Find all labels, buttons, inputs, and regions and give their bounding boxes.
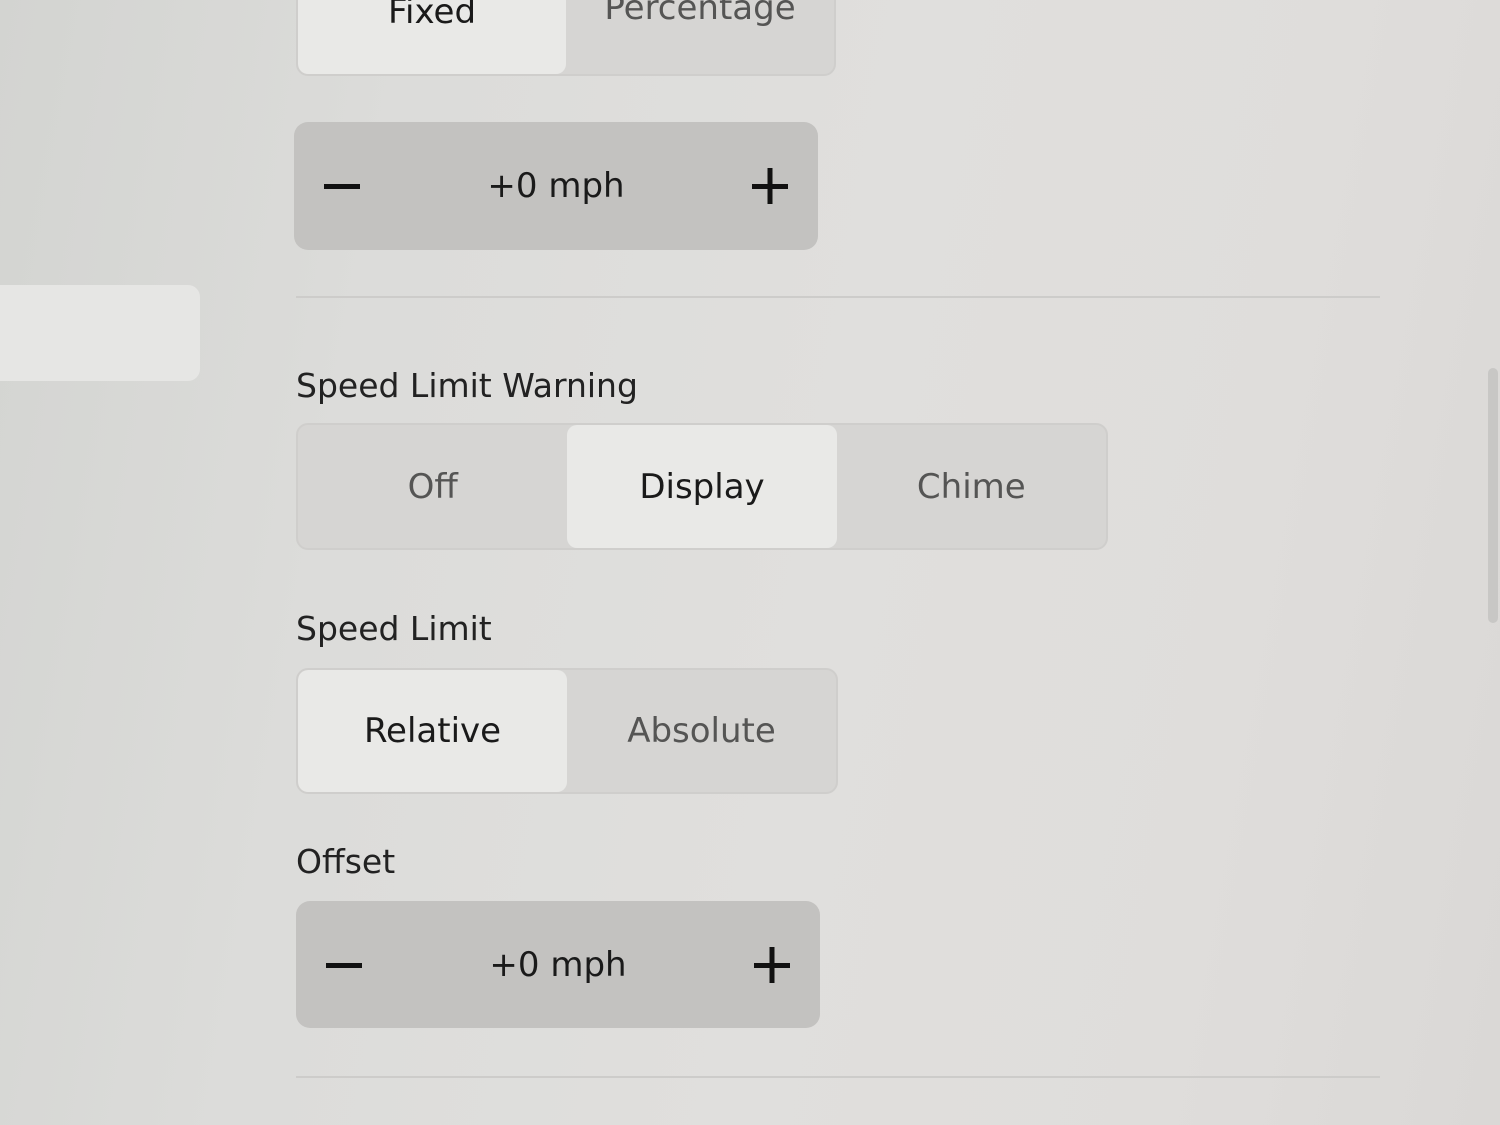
segment-percentage-label: Percentage: [604, 0, 796, 28]
offset-decrement-button[interactable]: [322, 943, 366, 987]
increment-button[interactable]: [748, 164, 792, 208]
segment-fixed-label: Fixed: [387, 0, 477, 32]
segment-chime[interactable]: Chime: [837, 425, 1106, 548]
segment-relative-label: Relative: [363, 711, 502, 751]
offset-label: Offset: [296, 842, 396, 881]
plus-icon: [752, 168, 788, 204]
speed-limit-warning-label: Speed Limit Warning: [296, 366, 638, 405]
speed-limit-label: Speed Limit: [296, 609, 492, 648]
segment-percentage[interactable]: Percentage: [566, 0, 834, 74]
minus-icon: [324, 184, 360, 189]
top-offset-value: +0 mph: [487, 166, 625, 206]
scrollbar[interactable]: [1488, 368, 1498, 623]
segment-display-label: Display: [639, 466, 765, 507]
top-offset-stepper: +0 mph: [294, 122, 818, 250]
segment-display[interactable]: Display: [567, 425, 837, 548]
segment-chime-label: Chime: [916, 466, 1026, 507]
minus-icon: [326, 962, 362, 968]
segment-absolute[interactable]: Absolute: [567, 670, 836, 792]
segment-off[interactable]: Off: [298, 425, 567, 548]
section-divider: [296, 296, 1380, 298]
speed-limit-segmented-control: Relative Absolute: [296, 668, 838, 794]
segment-relative[interactable]: Relative: [298, 670, 567, 792]
offset-value: +0 mph: [489, 944, 627, 985]
offset-stepper: +0 mph: [296, 901, 820, 1028]
section-divider: [296, 1076, 1380, 1078]
segment-absolute-label: Absolute: [627, 711, 776, 751]
offset-increment-button[interactable]: [750, 943, 794, 987]
sidebar-selected-item[interactable]: [0, 285, 200, 381]
segment-off-label: Off: [407, 466, 458, 507]
decrement-button[interactable]: [320, 164, 364, 208]
speed-limit-warning-segmented-control: Off Display Chime: [296, 423, 1108, 550]
plus-icon: [754, 946, 790, 983]
segment-fixed[interactable]: Fixed: [298, 0, 566, 74]
offset-type-segmented-control: Fixed Percentage: [296, 0, 836, 76]
